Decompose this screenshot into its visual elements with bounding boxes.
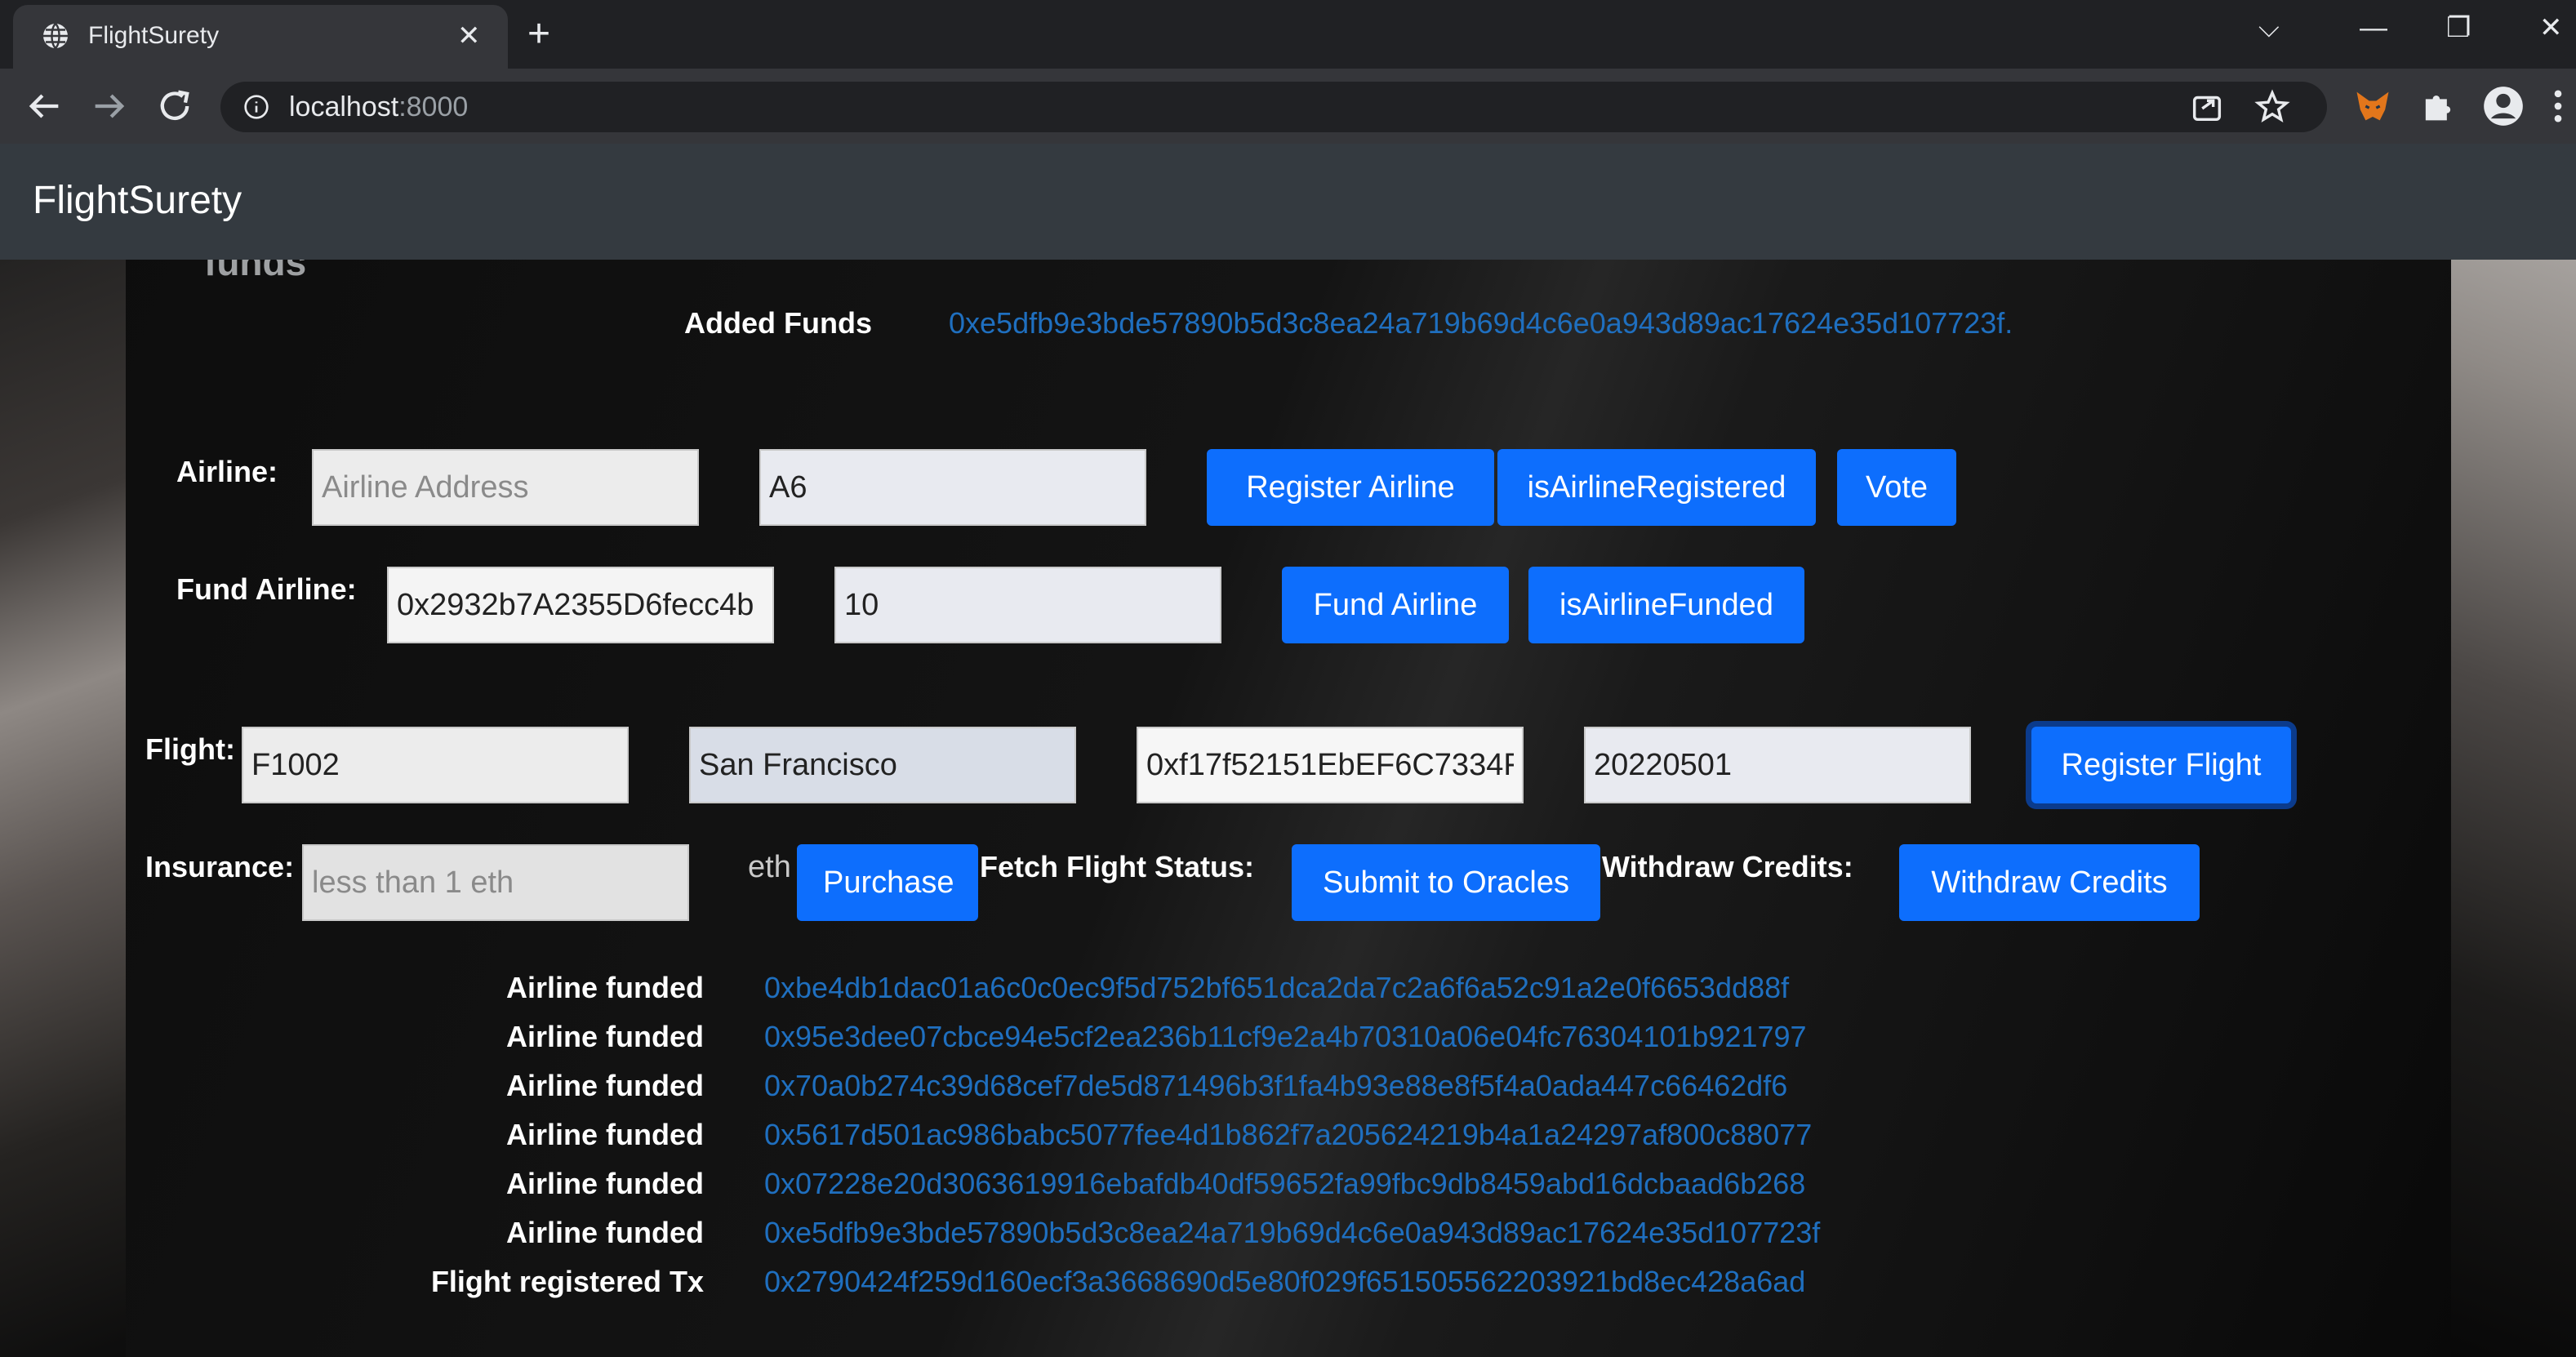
- log-row: Airline funded 0x07228e20d3063619916ebaf…: [343, 1166, 1935, 1215]
- register-airline-button[interactable]: Register Airline: [1207, 449, 1494, 526]
- tab-title: FlightSurety: [88, 22, 220, 49]
- fund-airline-label: Fund Airline:: [176, 572, 357, 606]
- back-icon[interactable]: [23, 85, 65, 127]
- forward-icon[interactable]: [88, 85, 131, 127]
- profile-avatar-icon[interactable]: [2482, 85, 2525, 127]
- log-row: Airline funded 0xe5dfb9e3bde57890b5d3c8e…: [343, 1215, 1935, 1264]
- share-icon[interactable]: [2188, 88, 2226, 126]
- log-row: Flight registered Tx 0x2790424f259d160ec…: [343, 1264, 1935, 1313]
- navbar: FlightSurety: [0, 144, 2576, 260]
- restore-icon[interactable]: ❐: [2446, 11, 2471, 44]
- airline-label: Airline:: [176, 455, 278, 488]
- log-tx-hash: 0xbe4db1dac01a6c0c0ec9f5d752bf651dca2da7…: [764, 971, 1790, 1004]
- flight-number-input[interactable]: [242, 727, 629, 803]
- submit-to-oracles-button[interactable]: Submit to Oracles: [1292, 844, 1600, 921]
- flight-airline-address-input[interactable]: [1137, 727, 1524, 803]
- url-text: localhost:8000: [289, 91, 469, 122]
- extensions-puzzle-icon[interactable]: [2417, 85, 2459, 127]
- log-label: Airline funded: [506, 1216, 704, 1249]
- log-tx-hash: 0x5617d501ac986babc5077fee4d1b862f7a2056…: [764, 1118, 1813, 1151]
- fund-airline-button[interactable]: Fund Airline: [1282, 567, 1509, 643]
- airline-address-input[interactable]: [312, 449, 699, 526]
- fund-airline-address-input[interactable]: [387, 567, 774, 643]
- log-label: Airline funded: [506, 1118, 704, 1151]
- log-tx-hash: 0xe5dfb9e3bde57890b5d3c8ea24a719b69d4c6e…: [764, 1216, 1821, 1249]
- is-airline-funded-button[interactable]: isAirlineFunded: [1528, 567, 1804, 643]
- flight-date-input[interactable]: [1584, 727, 1971, 803]
- transaction-log: Airline funded 0xbe4db1dac01a6c0c0ec9f5d…: [343, 970, 1935, 1313]
- insurance-label: Insurance:: [145, 850, 295, 883]
- log-row: Airline funded 0xbe4db1dac01a6c0c0ec9f5d…: [343, 970, 1935, 1019]
- reload-icon[interactable]: [153, 85, 196, 127]
- log-row: Airline funded 0x95e3dee07cbce94e5cf2ea2…: [343, 1019, 1935, 1068]
- site-info-icon[interactable]: [243, 94, 269, 120]
- withdraw-credits-label: Withdraw Credits:: [1602, 850, 1853, 883]
- log-tx-hash: 0x70a0b274c39d68cef7de5d871496b3f1fa4b93…: [764, 1069, 1788, 1102]
- metamask-fox-icon[interactable]: [2351, 85, 2394, 127]
- fetch-flight-status-label: Fetch Flight Status:: [980, 850, 1254, 883]
- globe-icon: [43, 23, 68, 49]
- log-label: Airline funded: [506, 1069, 704, 1102]
- log-label: Airline funded: [506, 1020, 704, 1053]
- browser-menu-icon[interactable]: [2546, 85, 2570, 127]
- insurance-amount-input[interactable]: [302, 844, 689, 921]
- background-image-left: [0, 144, 147, 1357]
- flight-destination-input[interactable]: [689, 727, 1076, 803]
- background-image-right: [2433, 144, 2576, 1357]
- eth-unit-label: eth: [748, 850, 791, 884]
- register-flight-button[interactable]: Register Flight: [2031, 727, 2291, 803]
- fund-amount-input[interactable]: [834, 567, 1221, 643]
- tab-close-icon[interactable]: ✕: [457, 18, 481, 54]
- window-close-icon[interactable]: ✕: [2539, 11, 2563, 44]
- added-funds-tx: 0xe5dfb9e3bde57890b5d3c8ea24a719b69d4c6e…: [949, 306, 2013, 340]
- purchase-button[interactable]: Purchase: [797, 844, 978, 921]
- address-bar[interactable]: localhost:8000: [220, 82, 2327, 132]
- airline-name-input[interactable]: [759, 449, 1146, 526]
- log-label: Airline funded: [506, 971, 704, 1004]
- browser-tab[interactable]: FlightSurety ✕: [13, 5, 508, 69]
- log-tx-hash: 0x2790424f259d160ecf3a3668690d5e80f029f6…: [764, 1265, 1806, 1298]
- browser-toolbar: localhost:8000: [0, 69, 2576, 144]
- bookmark-star-icon[interactable]: [2253, 88, 2291, 126]
- log-label: Airline funded: [506, 1167, 704, 1200]
- minimize-icon[interactable]: —: [2360, 11, 2387, 44]
- flight-label: Flight:: [145, 732, 235, 766]
- log-tx-hash: 0x95e3dee07cbce94e5cf2ea236b11cf9e2a4b70…: [764, 1020, 1807, 1053]
- navbar-brand[interactable]: FlightSurety: [33, 176, 242, 225]
- is-airline-registered-button[interactable]: isAirlineRegistered: [1497, 449, 1816, 526]
- browser-tab-strip: FlightSurety ✕ + ⌵ — ❐ ✕: [0, 0, 2576, 69]
- new-tab-button[interactable]: +: [527, 15, 550, 54]
- log-label: Flight registered Tx: [430, 1265, 704, 1298]
- log-row: Airline funded 0x70a0b274c39d68cef7de5d8…: [343, 1068, 1935, 1117]
- vote-button[interactable]: Vote: [1837, 449, 1956, 526]
- log-row: Airline funded 0x5617d501ac986babc5077fe…: [343, 1117, 1935, 1166]
- added-funds-label: Added Funds: [684, 306, 872, 340]
- tab-search-icon[interactable]: ⌵: [2258, 11, 2280, 44]
- withdraw-credits-button[interactable]: Withdraw Credits: [1899, 844, 2200, 921]
- log-tx-hash: 0x07228e20d3063619916ebafdb40df59652fa99…: [764, 1167, 1806, 1200]
